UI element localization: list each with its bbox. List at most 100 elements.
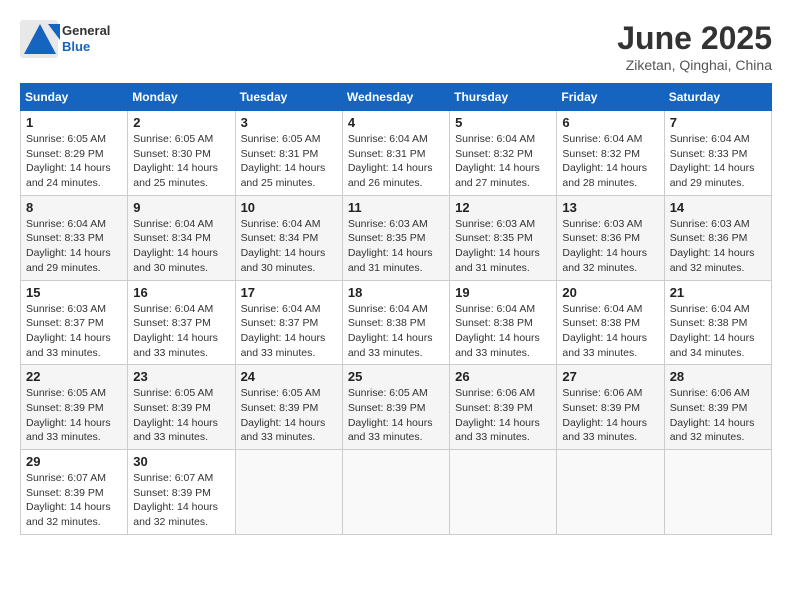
day-info: Sunrise: 6:04 AM Sunset: 8:33 PM Dayligh… (26, 217, 122, 276)
day-number: 30 (133, 454, 229, 469)
day-info: Sunrise: 6:05 AM Sunset: 8:39 PM Dayligh… (241, 386, 337, 445)
day-info: Sunrise: 6:04 AM Sunset: 8:38 PM Dayligh… (670, 302, 766, 361)
table-row: 7 Sunrise: 6:04 AM Sunset: 8:33 PM Dayli… (664, 111, 771, 196)
day-info: Sunrise: 6:07 AM Sunset: 8:39 PM Dayligh… (26, 471, 122, 530)
col-saturday: Saturday (664, 84, 771, 111)
day-info: Sunrise: 6:03 AM Sunset: 8:36 PM Dayligh… (670, 217, 766, 276)
table-row: 27 Sunrise: 6:06 AM Sunset: 8:39 PM Dayl… (557, 365, 664, 450)
day-number: 3 (241, 115, 337, 130)
table-row: 26 Sunrise: 6:06 AM Sunset: 8:39 PM Dayl… (450, 365, 557, 450)
table-row: 21 Sunrise: 6:04 AM Sunset: 8:38 PM Dayl… (664, 280, 771, 365)
header-row: Sunday Monday Tuesday Wednesday Thursday… (21, 84, 772, 111)
day-number: 28 (670, 369, 766, 384)
day-number: 11 (348, 200, 444, 215)
day-info: Sunrise: 6:05 AM Sunset: 8:39 PM Dayligh… (348, 386, 444, 445)
day-info: Sunrise: 6:04 AM Sunset: 8:33 PM Dayligh… (670, 132, 766, 191)
logo-text: General Blue (62, 23, 110, 54)
table-row (235, 450, 342, 535)
table-row: 22 Sunrise: 6:05 AM Sunset: 8:39 PM Dayl… (21, 365, 128, 450)
table-row (342, 450, 449, 535)
calendar-week-4: 22 Sunrise: 6:05 AM Sunset: 8:39 PM Dayl… (21, 365, 772, 450)
day-info: Sunrise: 6:05 AM Sunset: 8:31 PM Dayligh… (241, 132, 337, 191)
table-row: 9 Sunrise: 6:04 AM Sunset: 8:34 PM Dayli… (128, 195, 235, 280)
col-friday: Friday (557, 84, 664, 111)
table-row: 11 Sunrise: 6:03 AM Sunset: 8:35 PM Dayl… (342, 195, 449, 280)
day-info: Sunrise: 6:05 AM Sunset: 8:39 PM Dayligh… (133, 386, 229, 445)
table-row: 25 Sunrise: 6:05 AM Sunset: 8:39 PM Dayl… (342, 365, 449, 450)
month-title: June 2025 (617, 20, 772, 57)
day-info: Sunrise: 6:04 AM Sunset: 8:38 PM Dayligh… (455, 302, 551, 361)
day-info: Sunrise: 6:04 AM Sunset: 8:38 PM Dayligh… (348, 302, 444, 361)
day-info: Sunrise: 6:05 AM Sunset: 8:29 PM Dayligh… (26, 132, 122, 191)
table-row: 19 Sunrise: 6:04 AM Sunset: 8:38 PM Dayl… (450, 280, 557, 365)
table-row: 10 Sunrise: 6:04 AM Sunset: 8:34 PM Dayl… (235, 195, 342, 280)
col-monday: Monday (128, 84, 235, 111)
table-row: 14 Sunrise: 6:03 AM Sunset: 8:36 PM Dayl… (664, 195, 771, 280)
day-number: 26 (455, 369, 551, 384)
table-row: 20 Sunrise: 6:04 AM Sunset: 8:38 PM Dayl… (557, 280, 664, 365)
day-info: Sunrise: 6:04 AM Sunset: 8:37 PM Dayligh… (241, 302, 337, 361)
calendar-week-5: 29 Sunrise: 6:07 AM Sunset: 8:39 PM Dayl… (21, 450, 772, 535)
day-info: Sunrise: 6:03 AM Sunset: 8:37 PM Dayligh… (26, 302, 122, 361)
day-number: 10 (241, 200, 337, 215)
table-row: 16 Sunrise: 6:04 AM Sunset: 8:37 PM Dayl… (128, 280, 235, 365)
table-row: 2 Sunrise: 6:05 AM Sunset: 8:30 PM Dayli… (128, 111, 235, 196)
col-tuesday: Tuesday (235, 84, 342, 111)
table-row: 24 Sunrise: 6:05 AM Sunset: 8:39 PM Dayl… (235, 365, 342, 450)
day-info: Sunrise: 6:07 AM Sunset: 8:39 PM Dayligh… (133, 471, 229, 530)
table-row: 28 Sunrise: 6:06 AM Sunset: 8:39 PM Dayl… (664, 365, 771, 450)
day-number: 7 (670, 115, 766, 130)
table-row: 6 Sunrise: 6:04 AM Sunset: 8:32 PM Dayli… (557, 111, 664, 196)
day-info: Sunrise: 6:05 AM Sunset: 8:39 PM Dayligh… (26, 386, 122, 445)
day-info: Sunrise: 6:06 AM Sunset: 8:39 PM Dayligh… (455, 386, 551, 445)
table-row: 5 Sunrise: 6:04 AM Sunset: 8:32 PM Dayli… (450, 111, 557, 196)
day-info: Sunrise: 6:04 AM Sunset: 8:38 PM Dayligh… (562, 302, 658, 361)
calendar-table: Sunday Monday Tuesday Wednesday Thursday… (20, 83, 772, 535)
table-row: 12 Sunrise: 6:03 AM Sunset: 8:35 PM Dayl… (450, 195, 557, 280)
table-row (450, 450, 557, 535)
logo: General Blue (20, 20, 110, 58)
day-info: Sunrise: 6:06 AM Sunset: 8:39 PM Dayligh… (670, 386, 766, 445)
day-number: 13 (562, 200, 658, 215)
day-number: 23 (133, 369, 229, 384)
table-row: 18 Sunrise: 6:04 AM Sunset: 8:38 PM Dayl… (342, 280, 449, 365)
calendar-week-3: 15 Sunrise: 6:03 AM Sunset: 8:37 PM Dayl… (21, 280, 772, 365)
day-number: 12 (455, 200, 551, 215)
day-number: 27 (562, 369, 658, 384)
table-row (557, 450, 664, 535)
day-info: Sunrise: 6:03 AM Sunset: 8:36 PM Dayligh… (562, 217, 658, 276)
day-info: Sunrise: 6:05 AM Sunset: 8:30 PM Dayligh… (133, 132, 229, 191)
day-number: 25 (348, 369, 444, 384)
calendar-week-2: 8 Sunrise: 6:04 AM Sunset: 8:33 PM Dayli… (21, 195, 772, 280)
col-thursday: Thursday (450, 84, 557, 111)
table-row: 1 Sunrise: 6:05 AM Sunset: 8:29 PM Dayli… (21, 111, 128, 196)
page-header: General Blue June 2025 Ziketan, Qinghai,… (20, 20, 772, 73)
col-wednesday: Wednesday (342, 84, 449, 111)
day-info: Sunrise: 6:04 AM Sunset: 8:31 PM Dayligh… (348, 132, 444, 191)
day-number: 4 (348, 115, 444, 130)
day-info: Sunrise: 6:03 AM Sunset: 8:35 PM Dayligh… (348, 217, 444, 276)
calendar-week-1: 1 Sunrise: 6:05 AM Sunset: 8:29 PM Dayli… (21, 111, 772, 196)
day-info: Sunrise: 6:04 AM Sunset: 8:34 PM Dayligh… (133, 217, 229, 276)
location: Ziketan, Qinghai, China (617, 57, 772, 73)
table-row: 4 Sunrise: 6:04 AM Sunset: 8:31 PM Dayli… (342, 111, 449, 196)
day-number: 5 (455, 115, 551, 130)
day-number: 22 (26, 369, 122, 384)
day-number: 29 (26, 454, 122, 469)
day-number: 18 (348, 285, 444, 300)
table-row: 23 Sunrise: 6:05 AM Sunset: 8:39 PM Dayl… (128, 365, 235, 450)
table-row (664, 450, 771, 535)
day-number: 17 (241, 285, 337, 300)
day-number: 14 (670, 200, 766, 215)
day-number: 19 (455, 285, 551, 300)
table-row: 13 Sunrise: 6:03 AM Sunset: 8:36 PM Dayl… (557, 195, 664, 280)
day-number: 1 (26, 115, 122, 130)
day-info: Sunrise: 6:03 AM Sunset: 8:35 PM Dayligh… (455, 217, 551, 276)
day-info: Sunrise: 6:04 AM Sunset: 8:34 PM Dayligh… (241, 217, 337, 276)
day-number: 24 (241, 369, 337, 384)
day-number: 8 (26, 200, 122, 215)
day-info: Sunrise: 6:04 AM Sunset: 8:37 PM Dayligh… (133, 302, 229, 361)
day-info: Sunrise: 6:06 AM Sunset: 8:39 PM Dayligh… (562, 386, 658, 445)
day-number: 21 (670, 285, 766, 300)
title-section: June 2025 Ziketan, Qinghai, China (617, 20, 772, 73)
